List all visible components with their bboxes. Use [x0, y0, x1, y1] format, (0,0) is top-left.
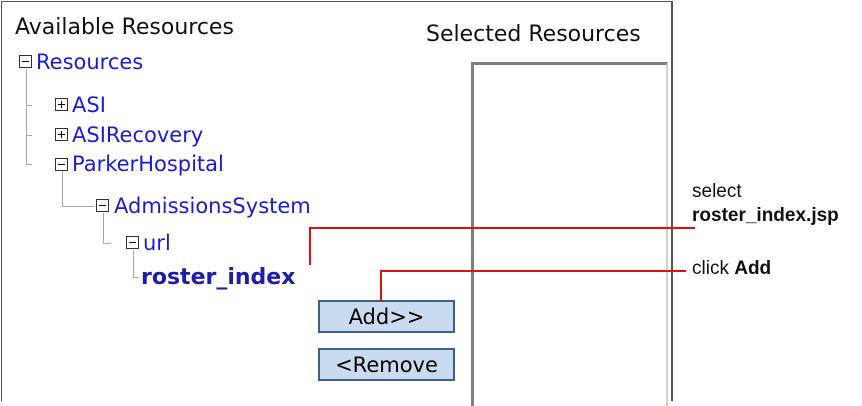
- callout-line-add: [380, 270, 382, 301]
- expand-toggle-icon[interactable]: [55, 128, 68, 141]
- tree-connector: [103, 243, 111, 244]
- tree-node-url[interactable]: url: [143, 231, 171, 255]
- tree-connector: [26, 69, 27, 164]
- available-resources-title: Available Resources: [15, 15, 234, 40]
- tree-node-admissions-system[interactable]: AdmissionsSystem: [114, 194, 311, 218]
- tree-connector: [26, 164, 32, 165]
- callout-click-add: click Add: [692, 257, 771, 281]
- collapse-toggle-icon[interactable]: [55, 158, 68, 171]
- collapse-toggle-icon[interactable]: [126, 236, 139, 249]
- callout-select-target: roster_index.jsp: [692, 205, 839, 226]
- tree-connector: [133, 277, 139, 278]
- tree-node-resources[interactable]: Resources: [36, 50, 143, 74]
- tree-connector: [26, 105, 32, 106]
- selected-resources-list[interactable]: [471, 62, 668, 406]
- tree-connector: [133, 250, 134, 277]
- tree-node-roster-index[interactable]: roster_index: [141, 266, 295, 290]
- callout-line-add: [380, 270, 686, 272]
- resources-dialog: Available Resources Selected Resources R…: [1, 1, 673, 406]
- collapse-toggle-icon[interactable]: [96, 199, 109, 212]
- tree-connector: [26, 135, 32, 136]
- remove-button[interactable]: <Remove: [318, 348, 455, 381]
- expand-toggle-icon[interactable]: [55, 98, 68, 111]
- tree-connector: [103, 213, 104, 243]
- callout-line-select: [309, 227, 695, 229]
- selected-resources-title: Selected Resources: [426, 22, 641, 47]
- tree-connector: [62, 170, 63, 206]
- add-button[interactable]: Add>>: [318, 300, 455, 333]
- tree-connector: [62, 206, 95, 207]
- callout-select-verb: select: [692, 181, 742, 202]
- collapse-toggle-icon[interactable]: [19, 55, 32, 68]
- tree-node-asi[interactable]: ASI: [72, 93, 106, 117]
- tree-node-parker-hospital[interactable]: ParkerHospital: [72, 152, 224, 176]
- callout-click-target: Add: [734, 258, 772, 279]
- tree-node-asi-recovery[interactable]: ASIRecovery: [72, 123, 203, 147]
- callout-line-select: [309, 227, 311, 265]
- callout-click-verb: click: [692, 258, 735, 279]
- callout-select: select roster_index.jsp: [692, 180, 839, 228]
